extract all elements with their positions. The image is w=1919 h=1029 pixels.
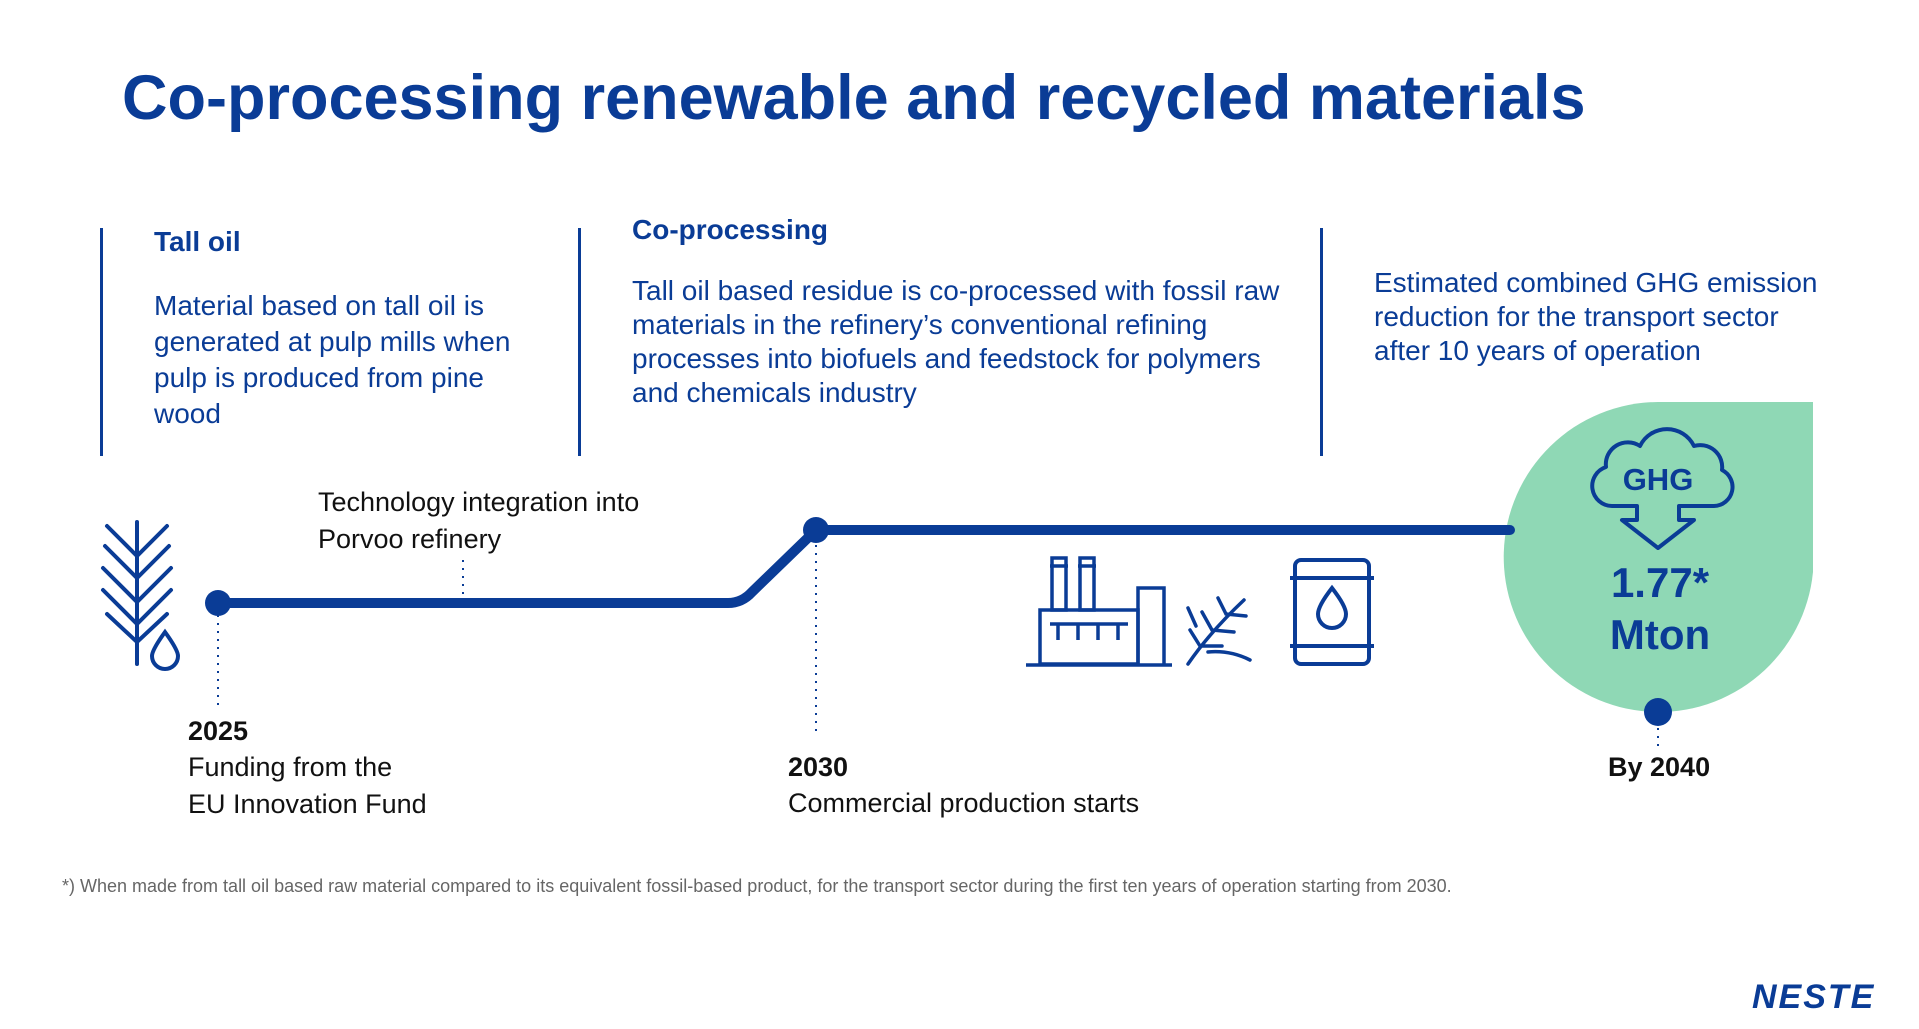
ghg-droplet-shape [1503,402,1813,712]
ghg-value: 1.77* [1610,559,1710,606]
integration-label: Technology integration into Porvoo refin… [318,484,639,558]
milestone-2025-line2: EU Innovation Fund [188,789,427,819]
milestone-dot-2025 [205,590,231,616]
factory-icon [1026,556,1172,667]
milestone-2030-year: 2030 [788,752,849,782]
ghg-label: GHG [1622,462,1694,497]
milestone-dot-2030 [803,517,829,543]
neste-logo: NESTE [1752,978,1876,1016]
milestone-dot-2040 [1644,698,1672,726]
milestone-2025: 2025 Funding from the EU Innovation Fund [188,716,427,823]
timeline-graphic [101,402,1813,752]
ghg-unit: Mton [1609,611,1711,658]
integration-label-line1: Technology integration into [318,487,640,517]
footnote: *) When made from tall oil based raw mat… [62,876,1452,896]
pine-branch-icon [101,520,173,666]
oil-drop-icon [149,628,181,671]
pine-twig-icon [1186,596,1252,666]
milestone-2040-year: By 2040 [1608,752,1711,782]
oil-barrel-icon [1290,558,1374,666]
milestone-2030: 2030 Commercial production starts [788,752,1139,822]
milestone-2030-desc: Commercial production starts [788,788,1140,818]
integration-label-line2: Porvoo refinery [318,524,502,554]
milestone-2025-line1: Funding from the [188,752,393,782]
milestone-2025-year: 2025 [188,716,249,746]
